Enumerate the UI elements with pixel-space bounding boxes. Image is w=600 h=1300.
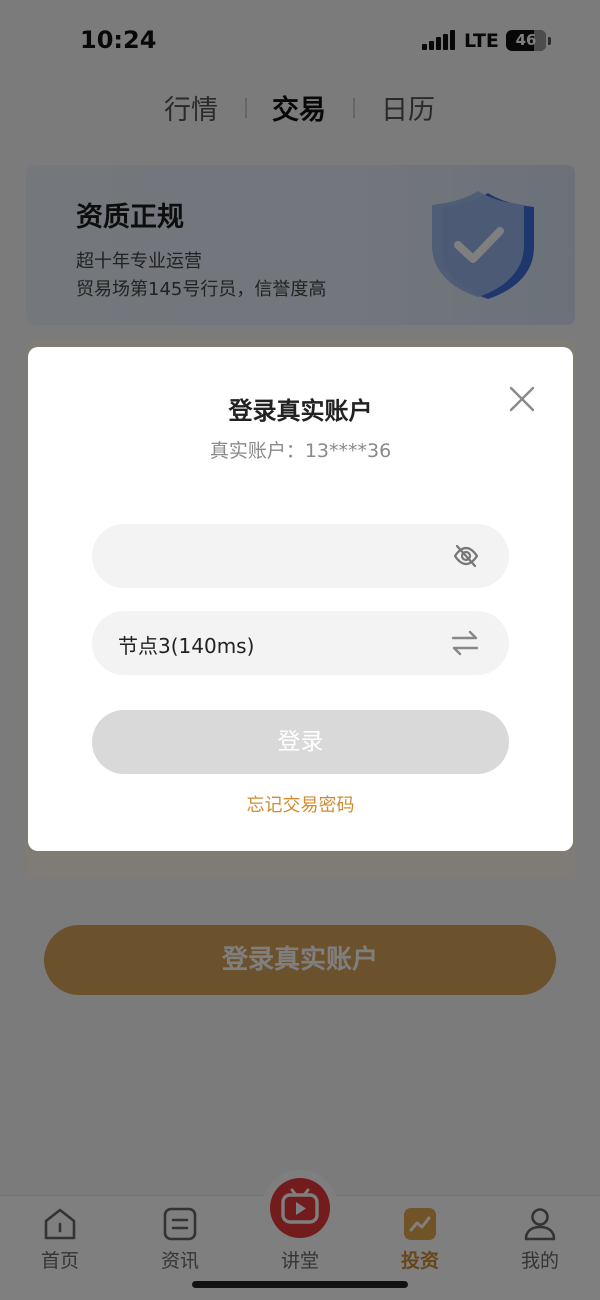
close-icon[interactable]	[506, 383, 538, 415]
password-input[interactable]	[118, 524, 438, 588]
modal-title: 登录真实账户	[228, 397, 373, 425]
switch-arrows-icon[interactable]	[450, 629, 480, 657]
login-modal: 登录真实账户 真实账户：13****36 节点3(140ms) 登录 忘记交易密…	[28, 347, 573, 851]
forgot-password-link[interactable]: 忘记交易密码	[28, 791, 573, 817]
server-node-field[interactable]: 节点3(140ms)	[92, 611, 509, 675]
login-button[interactable]: 登录	[92, 710, 509, 774]
home-indicator	[192, 1281, 408, 1288]
eye-off-icon[interactable]	[452, 542, 480, 570]
password-field	[92, 524, 509, 588]
account-number: 真实账户：13****36	[209, 440, 392, 462]
server-node-label: 节点3(140ms)	[118, 634, 255, 658]
